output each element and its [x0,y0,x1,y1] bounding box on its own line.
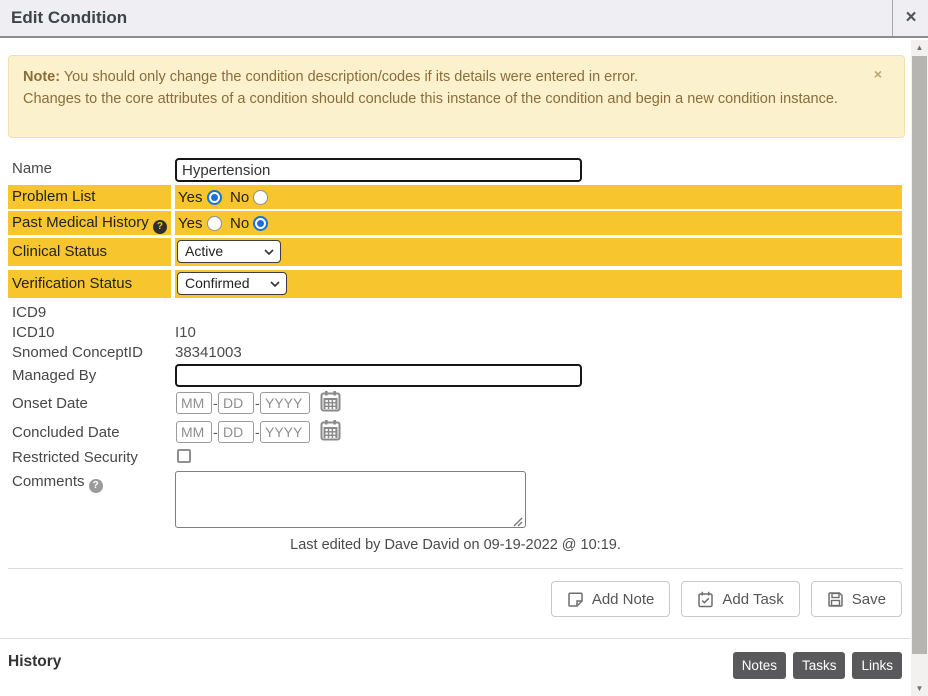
problem-list-row: Problem List Yes No [0,185,928,209]
verification-status-label: Verification Status [8,270,171,298]
clinical-status-row: Clinical Status [0,238,928,266]
comments-label-text: Comments [12,473,85,490]
icd10-label: ICD10 [12,324,55,341]
note-text-2: Changes to the core attributes of a cond… [23,91,838,107]
add-note-label: Add Note [592,591,655,608]
task-calendar-icon [697,591,714,608]
managed-by-input[interactable] [175,364,582,387]
notes-button[interactable]: Notes [733,652,786,679]
warning-note: Note: You should only change the conditi… [8,55,905,138]
managed-by-label: Managed By [12,367,96,384]
history-button-row: Notes Tasks Links [0,652,902,679]
help-icon[interactable]: ? [89,479,103,493]
add-task-button[interactable]: Add Task [681,581,799,617]
save-button[interactable]: Save [811,581,902,617]
tasks-button[interactable]: Tasks [793,652,846,679]
no-label: No [230,215,249,232]
concluded-date-label: Concluded Date [12,424,120,441]
clinical-status-cell [175,238,902,266]
close-icon[interactable]: × [898,4,924,32]
date-separator: - [213,424,218,440]
note-label: Note: [23,69,60,85]
clinical-status-label: Clinical Status [8,238,171,266]
past-medical-history-row: Past Medical History ? Yes No [0,211,928,235]
problem-list-label: Problem List [8,185,171,209]
date-separator: - [255,395,260,411]
note-dismiss-icon[interactable]: × [874,66,882,82]
add-task-label: Add Task [722,591,783,608]
date-separator: - [255,424,260,440]
note-text-1: You should only change the condition des… [64,69,638,85]
restricted-security-checkbox[interactable] [177,449,191,463]
past-medical-history-no-radio[interactable] [253,216,268,231]
clinical-status-value: Active [185,243,223,259]
date-separator: - [213,395,218,411]
save-label: Save [852,591,886,608]
name-input[interactable] [175,158,582,182]
clinical-status-select[interactable]: Active [177,240,281,263]
chevron-down-icon [270,281,280,287]
problem-list-options: Yes No [175,185,902,209]
yes-label: Yes [178,189,202,206]
onset-month-input[interactable] [176,392,212,414]
vertical-scrollbar[interactable]: ▲ ▼ [911,40,928,696]
note-icon [567,591,584,608]
links-button[interactable]: Links [852,652,902,679]
help-icon[interactable]: ? [153,220,167,234]
yes-label: Yes [178,215,202,232]
divider [8,568,903,569]
scroll-down-icon[interactable]: ▼ [911,681,928,696]
calendar-icon[interactable] [320,419,341,446]
dialog-titlebar: Edit Condition × [0,0,928,38]
save-icon [827,591,844,608]
comments-label: Comments ? [12,473,103,493]
past-medical-history-yes-radio[interactable] [207,216,222,231]
no-label: No [230,189,249,206]
titlebar-divider [892,0,893,36]
comments-textarea[interactable] [175,471,526,528]
scrollbar-thumb[interactable] [912,56,927,654]
past-medical-history-options: Yes No [175,211,902,235]
chevron-down-icon [264,249,274,255]
restricted-security-label: Restricted Security [12,449,138,466]
onset-year-input[interactable] [260,392,310,414]
onset-date-label: Onset Date [12,395,88,412]
onset-day-input[interactable] [218,392,254,414]
past-medical-history-label-text: Past Medical History [12,214,149,231]
verification-status-select[interactable]: Confirmed [177,272,287,295]
last-edited-text: Last edited by Dave David on 09-19-2022 … [8,537,903,553]
snomed-label: Snomed ConceptID [12,344,143,361]
verification-status-value: Confirmed [185,275,250,291]
snomed-value: 38341003 [175,344,242,361]
concluded-day-input[interactable] [218,421,254,443]
problem-list-yes-radio[interactable] [207,190,222,205]
name-label: Name [12,160,52,177]
concluded-month-input[interactable] [176,421,212,443]
add-note-button[interactable]: Add Note [551,581,671,617]
divider [0,638,911,639]
scroll-up-icon[interactable]: ▲ [911,40,928,55]
icd10-value: I10 [175,324,196,341]
concluded-year-input[interactable] [260,421,310,443]
action-button-row: Add Note Add Task Save [0,581,902,617]
verification-status-row: Verification Status [0,270,928,298]
calendar-icon[interactable] [320,390,341,417]
problem-list-no-radio[interactable] [253,190,268,205]
past-medical-history-label: Past Medical History ? [8,211,171,235]
dialog-title: Edit Condition [11,8,127,28]
icd9-label: ICD9 [12,304,46,321]
